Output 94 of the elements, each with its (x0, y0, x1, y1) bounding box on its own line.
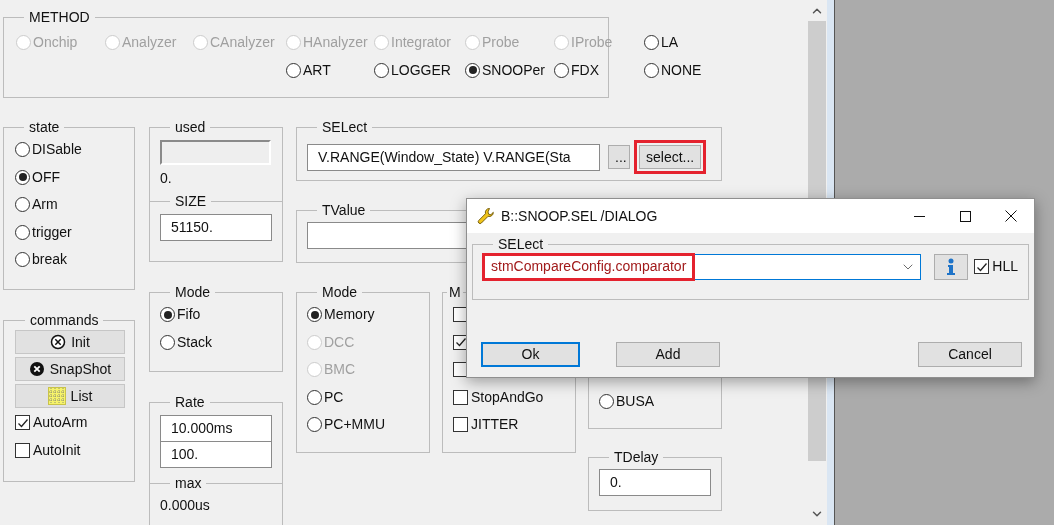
option-label: LA (661, 33, 679, 53)
option-label: Onchip (33, 33, 78, 53)
command-button[interactable]: Init (15, 330, 125, 354)
checkbox-label: AutoInit (33, 440, 81, 460)
input-field[interactable]: 100. (160, 441, 272, 468)
checkbox[interactable] (453, 417, 468, 433)
radio-button[interactable] (554, 62, 569, 78)
checkbox-label: AutoArm (33, 413, 88, 433)
radio-button[interactable] (599, 394, 614, 410)
wrench-icon (477, 207, 495, 225)
option-label: ART (303, 60, 331, 80)
dialog-title: B::SNOOP.SEL /DIALOG (501, 206, 658, 226)
checkbox-label: JITTER (471, 415, 519, 435)
group-title: M (449, 284, 461, 300)
info-icon (944, 257, 957, 276)
option-label: LOGGER (391, 60, 451, 80)
radio-button[interactable] (644, 35, 659, 51)
option-label: PC (324, 387, 344, 407)
clear-icon (50, 334, 67, 350)
group-title: used (175, 119, 206, 135)
close-icon (1005, 210, 1017, 222)
option-label: Arm (32, 195, 58, 215)
list-icon (47, 387, 66, 405)
option-label: SNOOPer (482, 60, 545, 80)
option-label: PC+MMU (324, 415, 386, 435)
input-field[interactable]: 10.000ms (160, 415, 272, 442)
option-label: OFF (32, 167, 60, 187)
option-label: Analyzer (122, 33, 177, 53)
option-label: IProbe (571, 33, 613, 53)
radio-button[interactable] (374, 62, 389, 78)
option-label: NONE (661, 60, 702, 80)
option-label: Stack (177, 332, 212, 352)
info-button[interactable] (933, 253, 969, 280)
option-label: BUSA (616, 392, 655, 412)
group-title: state (29, 119, 60, 135)
radio-button[interactable] (15, 197, 30, 213)
radio-button[interactable] (15, 252, 30, 268)
select-button[interactable]: ... (608, 145, 630, 169)
group-title: max (175, 475, 202, 491)
input-field[interactable]: 51150. (160, 214, 272, 241)
used-value: 0. (160, 169, 172, 188)
option-label: DISable (32, 140, 82, 160)
command-button[interactable]: List (15, 384, 125, 408)
option-label: Probe (482, 33, 520, 53)
combo-value: stmCompareConfig.comparator (482, 252, 696, 281)
group-title: SELect (322, 119, 368, 135)
radio-button[interactable] (465, 62, 480, 78)
dialog-button[interactable]: Ok (481, 342, 580, 367)
max-value: 0.000us (160, 496, 210, 515)
group-title: Mode (322, 284, 358, 300)
radio-button[interactable] (15, 169, 30, 185)
radio-button[interactable] (307, 307, 322, 323)
command-button[interactable]: SnapShot (15, 357, 125, 381)
option-label: Memory (324, 305, 375, 325)
dialog-button[interactable]: Cancel (918, 342, 1022, 367)
option-label: Fifo (177, 305, 201, 325)
group-title: Rate (175, 394, 205, 410)
group-title: commands (30, 312, 99, 328)
checkbox[interactable] (453, 389, 468, 405)
group-title: SELect (498, 236, 544, 252)
checkbox-label: StopAndGo (471, 387, 544, 407)
checkbox[interactable] (15, 415, 30, 431)
radio-button[interactable] (286, 62, 301, 78)
select-field[interactable]: V.RANGE(Window_State) V.RANGE(Sta (307, 143, 600, 171)
option-label: FDX (571, 60, 599, 80)
option-label: trigger (32, 222, 72, 242)
group-title: TDelay (614, 449, 659, 465)
radio-button[interactable] (307, 417, 322, 433)
group-title: Mode (175, 284, 211, 300)
checkbox-label: HLL (992, 257, 1018, 277)
option-label: HAnalyzer (303, 33, 368, 53)
radio-button[interactable] (160, 334, 175, 350)
option-label: DCC (324, 332, 355, 352)
combo-box[interactable]: stmCompareConfig.comparator (483, 253, 921, 280)
checkbox[interactable] (15, 442, 30, 458)
snapshot-icon (28, 361, 45, 377)
group-title: METHOD (29, 9, 90, 25)
maximize-icon (959, 210, 971, 222)
checkbox[interactable] (974, 259, 990, 275)
option-label: BMC (324, 360, 356, 380)
radio-button[interactable] (644, 62, 659, 78)
input-field[interactable]: 0. (599, 469, 711, 496)
group-title: SIZE (175, 193, 207, 209)
radio-button[interactable] (15, 224, 30, 240)
minimize-icon (913, 215, 925, 217)
option-label: break (32, 250, 68, 270)
option-label: CAnalyzer (210, 33, 275, 53)
select-button[interactable]: select... (639, 145, 702, 169)
radio-button[interactable] (15, 142, 30, 158)
option-label: Integrator (391, 33, 451, 53)
group-title: TValue (322, 202, 366, 218)
radio-button[interactable] (160, 307, 175, 323)
dialog-button[interactable]: Add (616, 342, 720, 367)
radio-button[interactable] (307, 389, 322, 405)
